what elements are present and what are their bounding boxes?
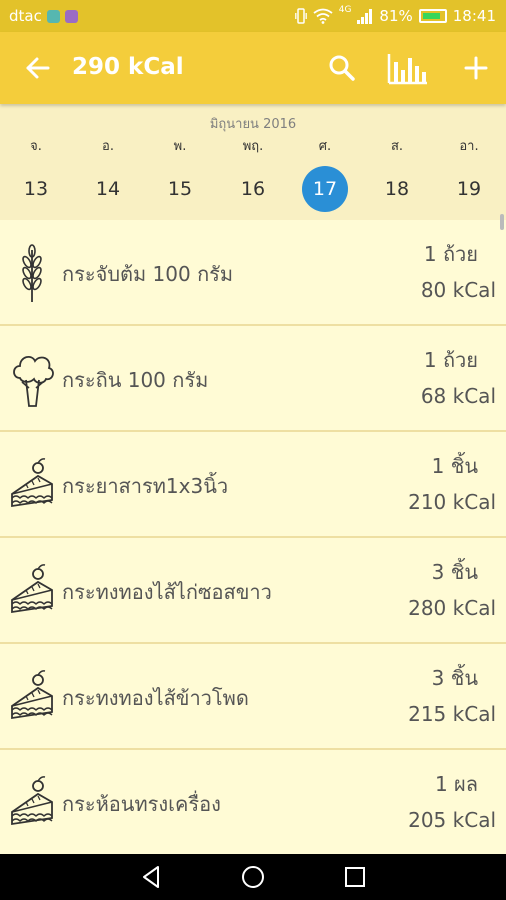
cake-icon xyxy=(11,458,53,508)
food-kcal: 68 kCal xyxy=(420,384,496,408)
notification-app-icon-2 xyxy=(64,9,78,23)
day-of-week-label: พ. xyxy=(173,139,187,154)
food-kcal: 215 kCal xyxy=(408,702,496,726)
calendar-day-14[interactable]: อ. 14 xyxy=(78,134,138,212)
system-nav-bar xyxy=(0,854,506,900)
food-name: กระยาสารท1x3นิ้ว xyxy=(62,474,229,498)
vibrate-icon xyxy=(294,8,307,24)
date-number: 13 xyxy=(23,178,49,200)
food-list-item[interactable]: กระถิน 100 กรัม 1 ถ้วย 68 kCal xyxy=(0,326,506,432)
food-quantity: 1 ผล xyxy=(434,772,478,796)
grain-icon xyxy=(22,244,42,302)
day-of-week-label: อา. xyxy=(459,139,479,154)
cake-icon xyxy=(11,670,53,720)
food-name: กระถิน 100 กรัม xyxy=(62,368,209,392)
food-quantity: 1 ชิ้น xyxy=(431,454,478,478)
food-quantity: 1 ถ้วย xyxy=(423,348,478,372)
calendar-day-18[interactable]: ส. 18 xyxy=(367,134,427,212)
food-kcal: 280 kCal xyxy=(408,596,496,620)
food-list-item[interactable]: กระห้อนทรงเครื่อง 1 ผล 205 kCal xyxy=(0,750,506,854)
battery-icon xyxy=(418,9,447,23)
food-list-item[interactable]: กระทงทองไส้ไก่ซอสขาว 3 ชิ้น 280 kCal xyxy=(0,538,506,644)
selected-date-number: 17 xyxy=(302,166,348,212)
broccoli-icon xyxy=(13,355,54,407)
food-list-item[interactable]: กระทงทองไส้ข้าวโพด 3 ชิ้น 215 kCal xyxy=(0,644,506,750)
app-bar: 290 kCal xyxy=(0,32,506,104)
cake-icon xyxy=(11,776,53,826)
plus-icon[interactable] xyxy=(460,52,492,84)
notification-app-icon xyxy=(46,9,60,23)
day-of-week-label: ส. xyxy=(390,139,404,154)
food-quantity: 3 ชิ้น xyxy=(431,560,478,584)
food-kcal: 210 kCal xyxy=(408,490,496,514)
cake-icon xyxy=(11,564,53,614)
date-number: 14 xyxy=(95,178,121,200)
network-type-label: 4G xyxy=(338,5,352,15)
nav-home-icon[interactable] xyxy=(238,862,268,892)
food-name: กระจับต้ม 100 กรัม xyxy=(62,262,234,286)
day-of-week-label: อ. xyxy=(102,139,114,154)
calendar-day-19[interactable]: อา. 19 xyxy=(439,134,499,212)
food-list-item[interactable]: กระยาสารท1x3นิ้ว 1 ชิ้น 210 kCal xyxy=(0,432,506,538)
calendar-day-17-selected[interactable]: ศ. 17 xyxy=(295,134,355,212)
calendar-day-16[interactable]: พฤ. 16 xyxy=(223,134,283,212)
food-list: กระจับต้ม 100 กรัม 1 ถ้วย 80 kCal กระถิน… xyxy=(0,220,506,854)
date-number: 15 xyxy=(167,178,193,200)
nav-back-icon[interactable] xyxy=(136,862,166,892)
food-kcal: 80 kCal xyxy=(420,278,496,302)
day-of-week-label: ศ. xyxy=(318,139,332,154)
nav-recents-icon[interactable] xyxy=(340,862,370,892)
wifi-icon xyxy=(313,8,333,24)
search-icon[interactable] xyxy=(326,52,358,84)
battery-percent: 81% xyxy=(379,7,413,25)
food-quantity: 1 ถ้วย xyxy=(423,242,478,266)
food-name: กระห้อนทรงเครื่อง xyxy=(62,792,221,816)
food-list-item[interactable]: กระจับต้ม 100 กรัม 1 ถ้วย 80 kCal xyxy=(0,220,506,326)
back-arrow-icon[interactable] xyxy=(22,52,54,84)
bar-chart-icon[interactable] xyxy=(386,50,430,86)
total-kcal-title: 290 kCal xyxy=(72,54,184,80)
status-left: dtac xyxy=(9,7,78,25)
calendar-day-13[interactable]: จ. 13 xyxy=(6,134,66,212)
food-kcal: 205 kCal xyxy=(408,808,496,832)
food-quantity: 3 ชิ้น xyxy=(431,666,478,690)
date-number: 19 xyxy=(456,178,482,200)
status-bar: dtac 4G 81% 18:41 xyxy=(0,0,506,32)
week-calendar: มิถุนายน 2016 จ. 13 อ. 14 พ. 15 พฤ. 16 ศ… xyxy=(0,104,506,220)
food-name: กระทงทองไส้ข้าวโพด xyxy=(62,686,249,710)
list-scrollbar[interactable] xyxy=(500,214,504,230)
food-name: กระทงทองไส้ไก่ซอสขาว xyxy=(62,580,272,604)
clock: 18:41 xyxy=(452,7,496,25)
calendar-day-15[interactable]: พ. 15 xyxy=(150,134,210,212)
status-right: 4G 81% 18:41 xyxy=(294,5,496,25)
signal-icon xyxy=(357,9,373,24)
day-of-week-label: พฤ. xyxy=(242,139,264,154)
calendar-month-label: มิถุนายน 2016 xyxy=(209,117,297,132)
date-number: 18 xyxy=(384,178,410,200)
day-of-week-label: จ. xyxy=(30,139,42,154)
date-number: 16 xyxy=(240,178,266,200)
carrier-label: dtac xyxy=(9,7,42,25)
